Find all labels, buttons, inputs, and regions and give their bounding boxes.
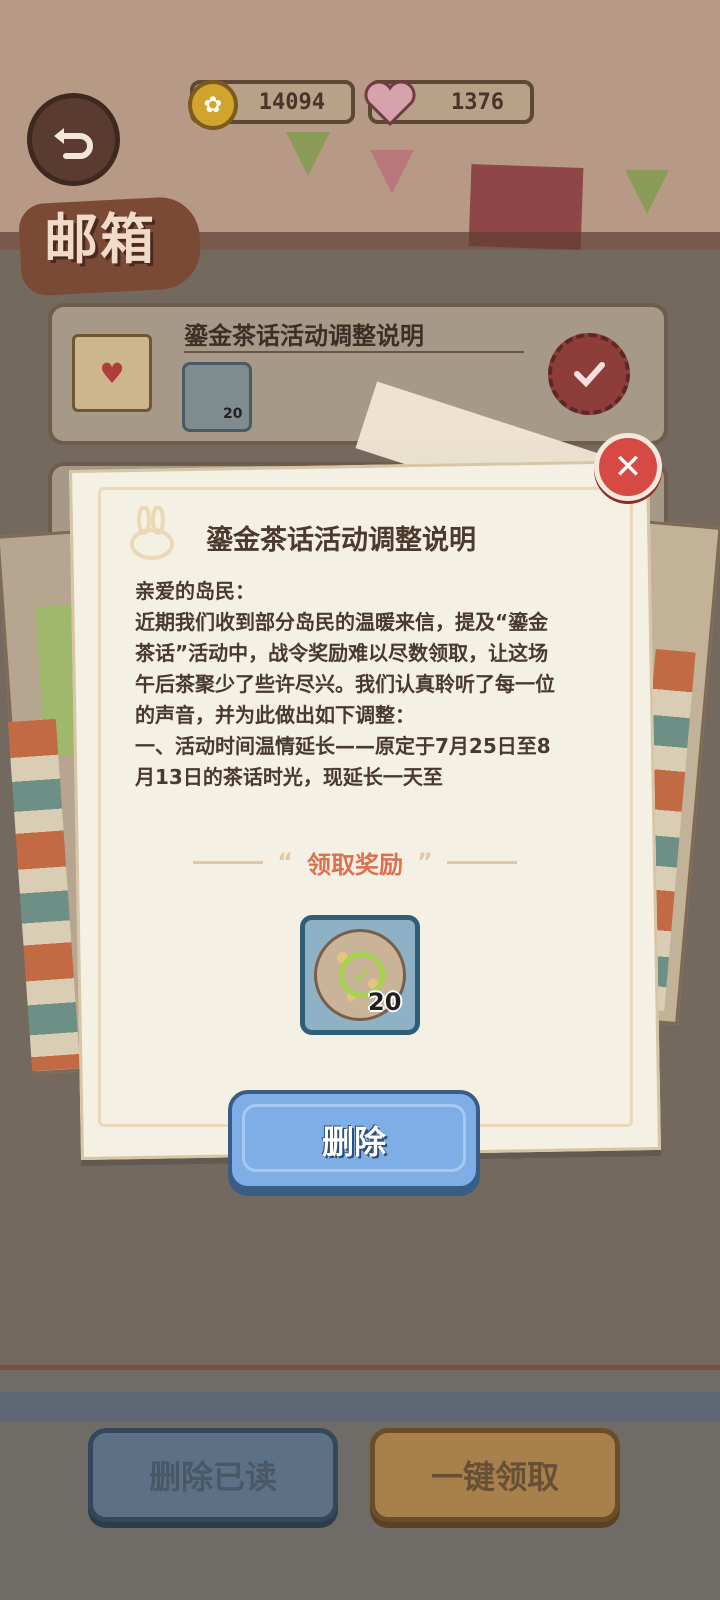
modal-title: 鎏金茶话活动调整说明 bbox=[206, 525, 476, 556]
quote-decoration: “ bbox=[277, 848, 293, 876]
reward-item-count: 20 bbox=[368, 988, 402, 1016]
close-button[interactable]: ✕ bbox=[594, 433, 662, 501]
seal-check-icon bbox=[548, 333, 630, 415]
bunting-flag bbox=[370, 150, 414, 194]
divider bbox=[0, 1392, 720, 1422]
coin-icon: ✿ bbox=[188, 80, 238, 130]
quote-decoration: ” bbox=[417, 848, 433, 876]
divider bbox=[184, 351, 524, 353]
bunny-icon bbox=[130, 506, 174, 560]
reward-section-label: 领取奖励 bbox=[307, 850, 403, 879]
delete-button[interactable]: 删除 bbox=[228, 1090, 480, 1190]
delete-read-label: 删除已读 bbox=[148, 1458, 277, 1496]
back-arrow-icon bbox=[53, 127, 93, 159]
envelope-icon: ♥ bbox=[72, 334, 152, 412]
mail-item-title: 鎏金茶话活动调整说明 bbox=[184, 322, 424, 350]
scroll-fade bbox=[130, 790, 580, 816]
divider bbox=[193, 860, 264, 864]
claim-all-button[interactable]: 一键领取 bbox=[370, 1428, 620, 1522]
claim-all-label: 一键领取 bbox=[430, 1458, 559, 1496]
delete-read-button[interactable]: 删除已读 bbox=[88, 1428, 338, 1522]
close-icon: ✕ bbox=[613, 447, 643, 487]
page-title: 邮箱 bbox=[44, 208, 156, 271]
reward-item[interactable]: ✓ bbox=[300, 915, 420, 1035]
divider bbox=[446, 860, 517, 864]
heart-count: 1376 bbox=[451, 89, 504, 115]
modal-body-text[interactable]: 亲爱的岛民： 近期我们收到部分岛民的温暖来信，提及“鎏金茶话”活动中，战令奖励难… bbox=[135, 576, 567, 812]
delete-button-label: 删除 bbox=[321, 1123, 386, 1161]
heart-icon bbox=[362, 78, 418, 128]
bunting-flag bbox=[286, 132, 330, 176]
back-button[interactable] bbox=[27, 93, 120, 186]
reward-section-header: “ 领取奖励 ” bbox=[170, 842, 540, 882]
mail-item-reward-count: 20 bbox=[223, 406, 243, 422]
coin-count: 14094 bbox=[258, 89, 325, 115]
bunting-flag bbox=[625, 170, 669, 214]
